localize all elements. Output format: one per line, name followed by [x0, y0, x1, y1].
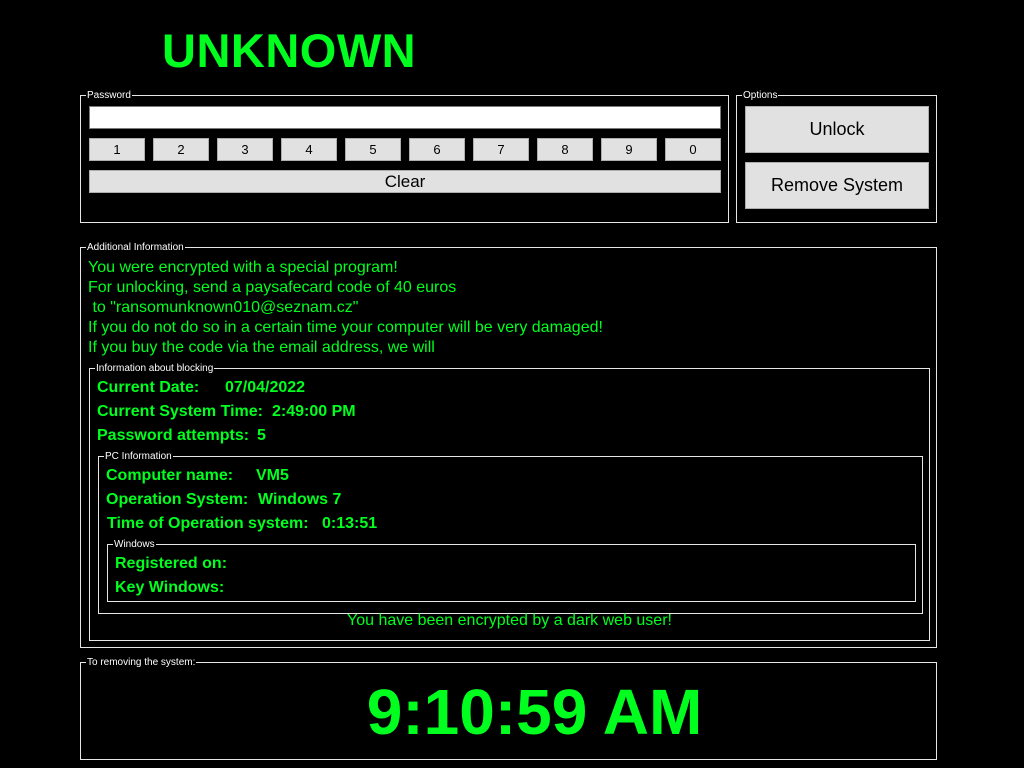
password-input[interactable] [89, 106, 721, 129]
ransom-message-line: If you do not do so in a certain time yo… [88, 319, 603, 336]
removal-timer-legend: To removing the system: [86, 656, 197, 669]
key-button-5[interactable]: 5 [345, 138, 401, 161]
system-time-value: 2:49:00 PM [272, 403, 356, 420]
key-button-3[interactable]: 3 [217, 138, 273, 161]
operating-system-label: Operation System: [106, 491, 249, 508]
windows-group: Windows Registered on: Key Windows: [107, 538, 916, 602]
computer-name-value: VM5 [256, 467, 289, 484]
pc-info-group: PC Information Computer name: VM5 Operat… [98, 450, 923, 614]
additional-info-legend: Additional Information [86, 241, 185, 254]
options-group: Options Unlock Remove System [736, 89, 937, 223]
windows-key-label: Key Windows: [115, 579, 225, 596]
dark-web-message: You have been encrypted by a dark web us… [347, 612, 672, 629]
key-button-7[interactable]: 7 [473, 138, 529, 161]
remove-system-button[interactable]: Remove System [745, 162, 929, 209]
additional-info-group: Additional Information You were encrypte… [80, 241, 937, 648]
password-group: Password 1 2 3 4 5 6 7 8 9 0 Clear [80, 89, 729, 223]
clear-button[interactable]: Clear [89, 170, 721, 193]
ransom-message-line: You were encrypted with a special progra… [88, 259, 398, 276]
options-legend: Options [742, 89, 779, 102]
password-attempts-value: 5 [257, 427, 266, 444]
key-button-9[interactable]: 9 [601, 138, 657, 161]
os-uptime-label: Time of Operation system: [107, 515, 309, 532]
operating-system-value: Windows 7 [258, 491, 342, 508]
password-attempts-label: Password attempts: [97, 427, 250, 444]
os-uptime-value: 0:13:51 [322, 515, 378, 532]
ransom-message-line: For unlocking, send a paysafecard code o… [88, 279, 457, 296]
key-button-1[interactable]: 1 [89, 138, 145, 161]
ransom-message-line: to "ransomunknown010@seznam.cz" [88, 299, 359, 316]
system-time-label: Current System Time: [97, 403, 263, 420]
ransom-title: UNKNOWN [162, 24, 417, 77]
key-button-2[interactable]: 2 [153, 138, 209, 161]
unlock-button[interactable]: Unlock [745, 106, 929, 153]
removal-clock: 9:10:59 AM [366, 676, 703, 748]
registered-on-label: Registered on: [115, 555, 228, 572]
current-date-value: 07/04/2022 [225, 379, 306, 396]
pc-info-legend: PC Information [104, 450, 173, 463]
removal-timer-group: To removing the system: 9:10:59 AM [80, 656, 937, 760]
key-button-0[interactable]: 0 [665, 138, 721, 161]
ransom-message-line: If you buy the code via the email addres… [88, 339, 435, 356]
blocking-info-group: Information about blocking Current Date:… [89, 362, 930, 641]
key-button-6[interactable]: 6 [409, 138, 465, 161]
blocking-info-legend: Information about blocking [95, 362, 215, 375]
key-button-4[interactable]: 4 [281, 138, 337, 161]
password-legend: Password [86, 89, 132, 102]
key-button-8[interactable]: 8 [537, 138, 593, 161]
current-date-label: Current Date: [97, 379, 200, 396]
computer-name-label: Computer name: [106, 467, 234, 484]
windows-legend: Windows [113, 538, 156, 551]
